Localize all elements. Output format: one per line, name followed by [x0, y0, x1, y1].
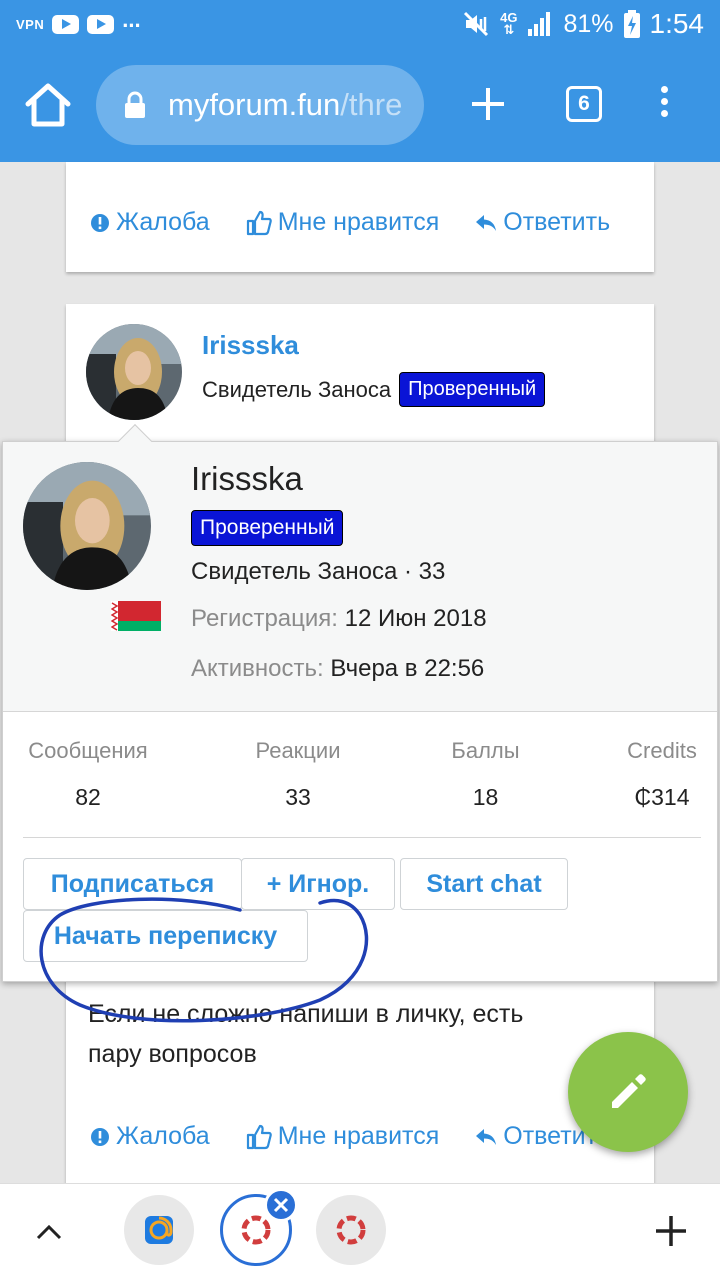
- lock-icon: [125, 91, 145, 118]
- bottom-tab-bar: [0, 1183, 720, 1280]
- report-button[interactable]: Жалоба: [90, 208, 210, 237]
- avatar[interactable]: [86, 324, 182, 420]
- thumbs-up-icon: [246, 1124, 272, 1149]
- activity-row: Активность: Вчера в 22:56: [191, 655, 484, 683]
- registration-label: Регистрация:: [191, 605, 338, 632]
- post-card-previous: Жалоба Мне нравится Ответить: [66, 162, 654, 272]
- pencil-icon: [612, 1074, 646, 1108]
- browser-toolbar: myforum.fun/thre 6: [0, 48, 720, 162]
- report-icon: [91, 213, 109, 232]
- member-title: Свидетель Заноса · 33: [191, 558, 446, 585]
- reply-icon: [476, 214, 497, 231]
- activity-label: Активность:: [191, 655, 324, 682]
- post-actions: Жалоба Мне нравится Ответить: [90, 1122, 646, 1151]
- tab-switcher-button[interactable]: 6: [566, 86, 602, 122]
- start-chat-button[interactable]: Start chat: [400, 858, 568, 910]
- member-stats: Сообщения 82 Реакции 33 Баллы 18 Credits…: [3, 722, 717, 822]
- stat-reactions: Реакции 33: [255, 738, 341, 810]
- belarus-flag-icon: [111, 601, 161, 631]
- overflow-menu-icon[interactable]: [658, 86, 670, 124]
- post-username[interactable]: Irissska: [202, 330, 299, 361]
- reply-button[interactable]: Ответить: [475, 208, 610, 237]
- thumbs-up-icon: [246, 210, 272, 235]
- member-tooltip-header: Irissska Проверенный Свидетель Заноса · …: [3, 424, 717, 712]
- post-user-title: Свидетель Заноса Проверенный: [202, 372, 546, 407]
- mail-app-icon: [145, 1216, 173, 1244]
- tab-mail[interactable]: [124, 1195, 194, 1265]
- network-type-indicator: 4G ⇅: [500, 10, 518, 37]
- member-name[interactable]: Irissska: [191, 460, 303, 498]
- registration-date: 12 Июн 2018: [344, 605, 487, 632]
- like-button[interactable]: Мне нравится: [246, 1122, 439, 1151]
- post-message-line: пару вопросов: [88, 1040, 257, 1068]
- close-icon: [273, 1197, 289, 1213]
- reply-icon: [476, 1128, 497, 1145]
- post-message-line: Если не сложно напиши в личку, есть: [88, 1000, 524, 1028]
- forum-lifebuoy-icon: [336, 1215, 366, 1245]
- home-icon[interactable]: [22, 80, 74, 132]
- battery-charging-icon: [623, 10, 640, 38]
- follow-button[interactable]: Подписаться: [23, 858, 242, 910]
- battery-percent: 81%: [563, 9, 614, 38]
- clock: 1:54: [649, 8, 705, 39]
- start-conversation-button[interactable]: Начать переписку: [23, 910, 308, 962]
- compose-button[interactable]: [568, 1032, 688, 1152]
- ignore-button[interactable]: + Игнор.: [241, 858, 395, 910]
- status-bar: VPN ... 4G ⇅ 81% 1:54: [0, 0, 720, 48]
- mute-vibrate-icon: [464, 11, 489, 37]
- youtube-notification-icon: [87, 14, 115, 34]
- new-tab-icon[interactable]: [470, 86, 506, 122]
- activity-value: Вчера в 22:56: [330, 655, 485, 682]
- divider: [23, 837, 701, 838]
- report-icon: [91, 1127, 109, 1146]
- member-tooltip: Irissska Проверенный Свидетель Заноса · …: [2, 424, 718, 982]
- stat-messages: Сообщения 82: [28, 738, 148, 810]
- tab-forum[interactable]: [316, 1195, 386, 1265]
- avatar-large[interactable]: [23, 462, 151, 590]
- post-actions: Жалоба Мне нравится Ответить: [90, 208, 646, 237]
- stat-points: Баллы 18: [451, 738, 520, 810]
- user-title-text: Свидетель Заноса: [202, 376, 392, 402]
- add-tab-icon[interactable]: [654, 1214, 688, 1248]
- signal-icon: [528, 12, 551, 36]
- report-button[interactable]: Жалоба: [90, 1122, 210, 1151]
- more-notifications-icon: ...: [122, 7, 141, 32]
- post-message: Если не сложно напиши в личку, есть пару…: [88, 994, 523, 1074]
- youtube-notification-icon: [52, 14, 80, 34]
- like-button[interactable]: Мне нравится: [246, 208, 439, 237]
- chevron-up-icon[interactable]: [36, 1224, 62, 1240]
- url-text: myforum.fun/thre: [168, 87, 403, 122]
- close-tab-button[interactable]: [264, 1188, 298, 1222]
- address-bar[interactable]: myforum.fun/thre: [96, 65, 424, 145]
- vpn-indicator: VPN: [16, 16, 45, 32]
- registration-row: Регистрация: 12 Июн 2018: [191, 605, 487, 633]
- verified-badge: Проверенный: [399, 372, 546, 407]
- verified-badge: Проверенный: [191, 510, 344, 546]
- stat-credits: Credits ₵314: [627, 738, 697, 810]
